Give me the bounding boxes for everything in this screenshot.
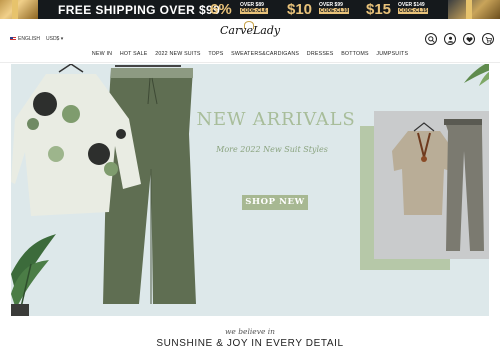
search-icon[interactable] bbox=[425, 33, 437, 45]
nav-item-dresses[interactable]: DRESSES bbox=[307, 51, 334, 57]
nav-item-sweaters-cardigans[interactable]: SWEATERS&CARDIGANS bbox=[231, 51, 299, 57]
site-header: ENGLISH USD$ ▾ CarveLady NEW IN HOT SALE… bbox=[0, 19, 500, 63]
header-icons bbox=[425, 33, 494, 45]
nav-item-hot-sale[interactable]: HOT SALE bbox=[120, 51, 148, 57]
currency-selector[interactable]: USD$ ▾ bbox=[46, 36, 63, 42]
believe-text: we believe in bbox=[224, 327, 275, 336]
tagline-heading: SUNSHINE & JOY IN EVERY DETAIL bbox=[156, 338, 344, 349]
site-logo[interactable]: CarveLady bbox=[220, 24, 280, 37]
us-flag-icon bbox=[10, 37, 16, 41]
wishlist-icon[interactable] bbox=[463, 33, 475, 45]
nav-item-new-in[interactable]: NEW IN bbox=[92, 51, 112, 57]
hero-subtitle: More 2022 New Suit Styles bbox=[216, 145, 328, 154]
plant-decoration-icon bbox=[464, 64, 489, 86]
cart-icon[interactable] bbox=[482, 33, 494, 45]
hero-title: NEW ARRIVALS bbox=[196, 109, 356, 130]
language-selector[interactable]: ENGLISH bbox=[10, 36, 40, 42]
nav-item-jumpsuits[interactable]: JUMPSUITS bbox=[376, 51, 408, 57]
shop-new-button[interactable]: SHOP NEW bbox=[242, 195, 308, 210]
currency-label: USD$ bbox=[46, 36, 60, 42]
hero-model-photo bbox=[374, 111, 489, 259]
chevron-down-icon: ▾ bbox=[60, 36, 64, 42]
gift-box-icon bbox=[0, 0, 38, 19]
account-icon[interactable] bbox=[444, 33, 456, 45]
hero-outfit-image bbox=[11, 64, 196, 316]
nav-item-2022-new-suits[interactable]: 2022 NEW SUITS bbox=[155, 51, 200, 57]
deal-amount: $10 bbox=[287, 1, 313, 18]
language-label: ENGLISH bbox=[18, 36, 40, 42]
logo-text-first: Carve bbox=[220, 24, 253, 37]
deal-amount: $15 bbox=[366, 1, 392, 18]
deal-code: CODE:CL6 bbox=[240, 8, 268, 14]
main-navigation: NEW IN HOT SALE 2022 NEW SUITS TOPS SWEA… bbox=[0, 51, 500, 57]
deal-code: CODE:CL10 bbox=[319, 8, 350, 14]
deal-code: CODE:CL15 bbox=[398, 8, 429, 14]
deal-amount: 6% bbox=[210, 1, 232, 18]
nav-item-tops[interactable]: TOPS bbox=[208, 51, 223, 57]
hero-banner[interactable]: NEW ARRIVALS More 2022 New Suit Styles S… bbox=[11, 64, 489, 316]
gift-box-icon bbox=[448, 0, 500, 19]
free-shipping-text: FREE SHIPPING OVER $99 bbox=[58, 3, 221, 17]
nav-item-bottoms[interactable]: BOTTOMS bbox=[341, 51, 369, 57]
logo-text-second: Lady bbox=[252, 24, 281, 37]
promo-banner[interactable]: FREE SHIPPING OVER $99 6% OVER $89 CODE:… bbox=[0, 0, 500, 19]
